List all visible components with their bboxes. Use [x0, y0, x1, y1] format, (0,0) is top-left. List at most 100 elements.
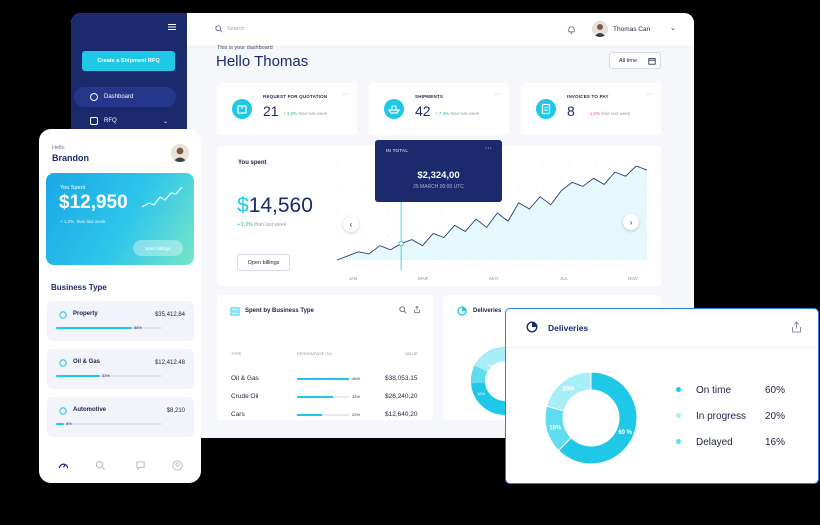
deliveries-popup-card: Deliveries 60 % 20% 16% On time 60% In pro…	[505, 308, 819, 484]
grid-dot	[362, 165, 364, 167]
kpi-label: INVOICES TO PAY	[567, 94, 609, 99]
more-icon[interactable]: ···	[485, 145, 492, 152]
donut-slice-label: 16%	[549, 426, 562, 432]
list-item[interactable]: Automotive $8,210 8%	[47, 397, 194, 437]
search-icon[interactable]	[399, 306, 407, 314]
list-item-value: $35,412.84	[154, 312, 185, 318]
column-header: VALUE	[405, 351, 418, 356]
dashboard-icon	[90, 93, 98, 101]
donut-slice-label: 20%	[562, 387, 575, 393]
menu-icon[interactable]	[167, 22, 177, 32]
legend-item: In progress 20%	[676, 411, 796, 423]
legend-item: On time 60%	[676, 385, 796, 397]
grid-dot	[362, 235, 364, 238]
data-point-highlight[interactable]	[398, 240, 404, 247]
column-header: PERCENTAGE (%)	[297, 351, 332, 356]
progress-fill	[56, 375, 100, 377]
greeting-label: Hello	[52, 145, 65, 151]
pie-chart-icon	[457, 306, 467, 316]
column-header: TYPE	[231, 351, 242, 356]
grid-dot	[388, 235, 390, 238]
avatar[interactable]	[171, 144, 189, 162]
search-icon	[215, 25, 223, 33]
profile-icon[interactable]	[172, 460, 183, 471]
donut-label: 20%	[487, 363, 496, 368]
grid-dot	[517, 165, 519, 167]
table-cell-type: Oil & Gas	[231, 375, 259, 382]
chevron-down-icon[interactable]: ⌄	[670, 24, 676, 32]
more-icon[interactable]: ···	[342, 91, 349, 98]
grid-dot	[362, 212, 364, 214]
calendar-icon	[648, 58, 656, 65]
legend-swatch	[676, 413, 681, 418]
kpi-card-rfq[interactable]: REQUEST FOR QUOTATION 21 + 1,2% than las…	[217, 83, 357, 135]
see-billings-button[interactable]: Seen billings	[133, 240, 183, 256]
legend-value: 16%	[765, 437, 786, 448]
donut-label: 16%	[477, 391, 486, 396]
list-item[interactable]: Oil & Gas $12,412.48 33%	[47, 349, 194, 389]
kpi-value: 8	[567, 103, 575, 119]
card-title: Deliveries	[473, 308, 502, 314]
bell-icon[interactable]	[567, 25, 576, 35]
mobile-app-card: Hello Brandon You Spent $12,950 + 1,2% t…	[39, 129, 201, 483]
grid-dot	[362, 188, 364, 191]
table-cell-percentage: 46%	[352, 376, 361, 381]
spent-value: $12,950	[59, 192, 128, 213]
bottom-nav	[39, 453, 201, 481]
kpi-label: REQUEST FOR QUOTATION	[263, 94, 328, 99]
sidebar-item-rfq[interactable]: RFQ ⌄	[74, 111, 176, 131]
search-icon[interactable]	[95, 460, 106, 471]
grid-dot	[594, 165, 596, 167]
user-name: Brandon	[52, 153, 89, 163]
kpi-card-shipments[interactable]: SHIPMENTS 42 + 7,4% than last week ···	[369, 83, 509, 135]
table-cell-percentage: 32%	[352, 394, 361, 399]
card-title: Deliveries	[548, 323, 589, 333]
list-item-value: $12,412.48	[154, 360, 185, 366]
grid-dot	[646, 165, 648, 167]
progress-label: 88%	[134, 325, 143, 330]
sidebar-item-label: RFQ	[104, 118, 117, 124]
grid-dot	[413, 235, 416, 238]
progress-label: 33%	[102, 373, 111, 378]
grid-dot	[413, 212, 416, 214]
table-cell-value: $12,640,20	[385, 411, 418, 418]
list-item-label: Oil & Gas	[73, 359, 101, 365]
kpi-delta: + 1,2% than last week	[283, 111, 328, 116]
business-type-card: Spent by Business Type TYPE PERCENTAGE (…	[217, 295, 433, 420]
period-select[interactable]: All time	[609, 52, 661, 69]
trend-sparkline	[141, 186, 183, 208]
dashboard-icon[interactable]	[58, 460, 69, 471]
grid-dot	[517, 188, 519, 191]
list-item-value: $8,210	[166, 408, 185, 414]
more-icon[interactable]: ···	[494, 91, 501, 98]
kpi-delta: + 7,4% than last week	[435, 111, 480, 116]
chat-icon[interactable]	[135, 460, 146, 471]
table-cell-value: $26,240,20	[385, 393, 418, 400]
kpi-card-invoices[interactable]: INVOICES TO PAY 8 - 1,2% than last week …	[521, 83, 661, 135]
list-item[interactable]: Property $35,412.84 88%	[47, 301, 194, 341]
page-title: Hello Thomas	[216, 53, 309, 70]
percentage-bar-fill	[297, 396, 334, 398]
chevron-left-icon[interactable]: ‹	[343, 216, 359, 232]
box-icon	[232, 99, 252, 119]
legend-label: Delayed	[696, 437, 733, 448]
sidebar-item-dashboard[interactable]: Dashboard	[74, 87, 176, 107]
avatar[interactable]	[592, 21, 608, 37]
legend-label: In progress	[696, 411, 747, 422]
grid-dot	[620, 165, 622, 167]
table-cell-percentage: 22%	[352, 412, 361, 417]
grid-dot	[543, 188, 545, 191]
pie-chart-icon	[526, 321, 538, 333]
user-name[interactable]: Thomas Can	[613, 26, 650, 33]
open-billings-button[interactable]: Open billings	[237, 254, 290, 271]
spent-label: You spent	[238, 160, 267, 166]
share-icon[interactable]	[791, 321, 802, 333]
invoice-icon	[536, 99, 556, 119]
share-icon[interactable]	[413, 305, 421, 314]
spent-delta: + 1,2% than last week	[237, 222, 287, 228]
section-title: Business Type	[51, 283, 107, 292]
more-icon[interactable]: ···	[646, 91, 653, 98]
chevron-right-icon[interactable]: ›	[623, 214, 639, 230]
search-input[interactable]: Search	[227, 26, 244, 32]
create-shipment-rfq-button[interactable]: Create a Shipment RFQ	[82, 51, 175, 71]
